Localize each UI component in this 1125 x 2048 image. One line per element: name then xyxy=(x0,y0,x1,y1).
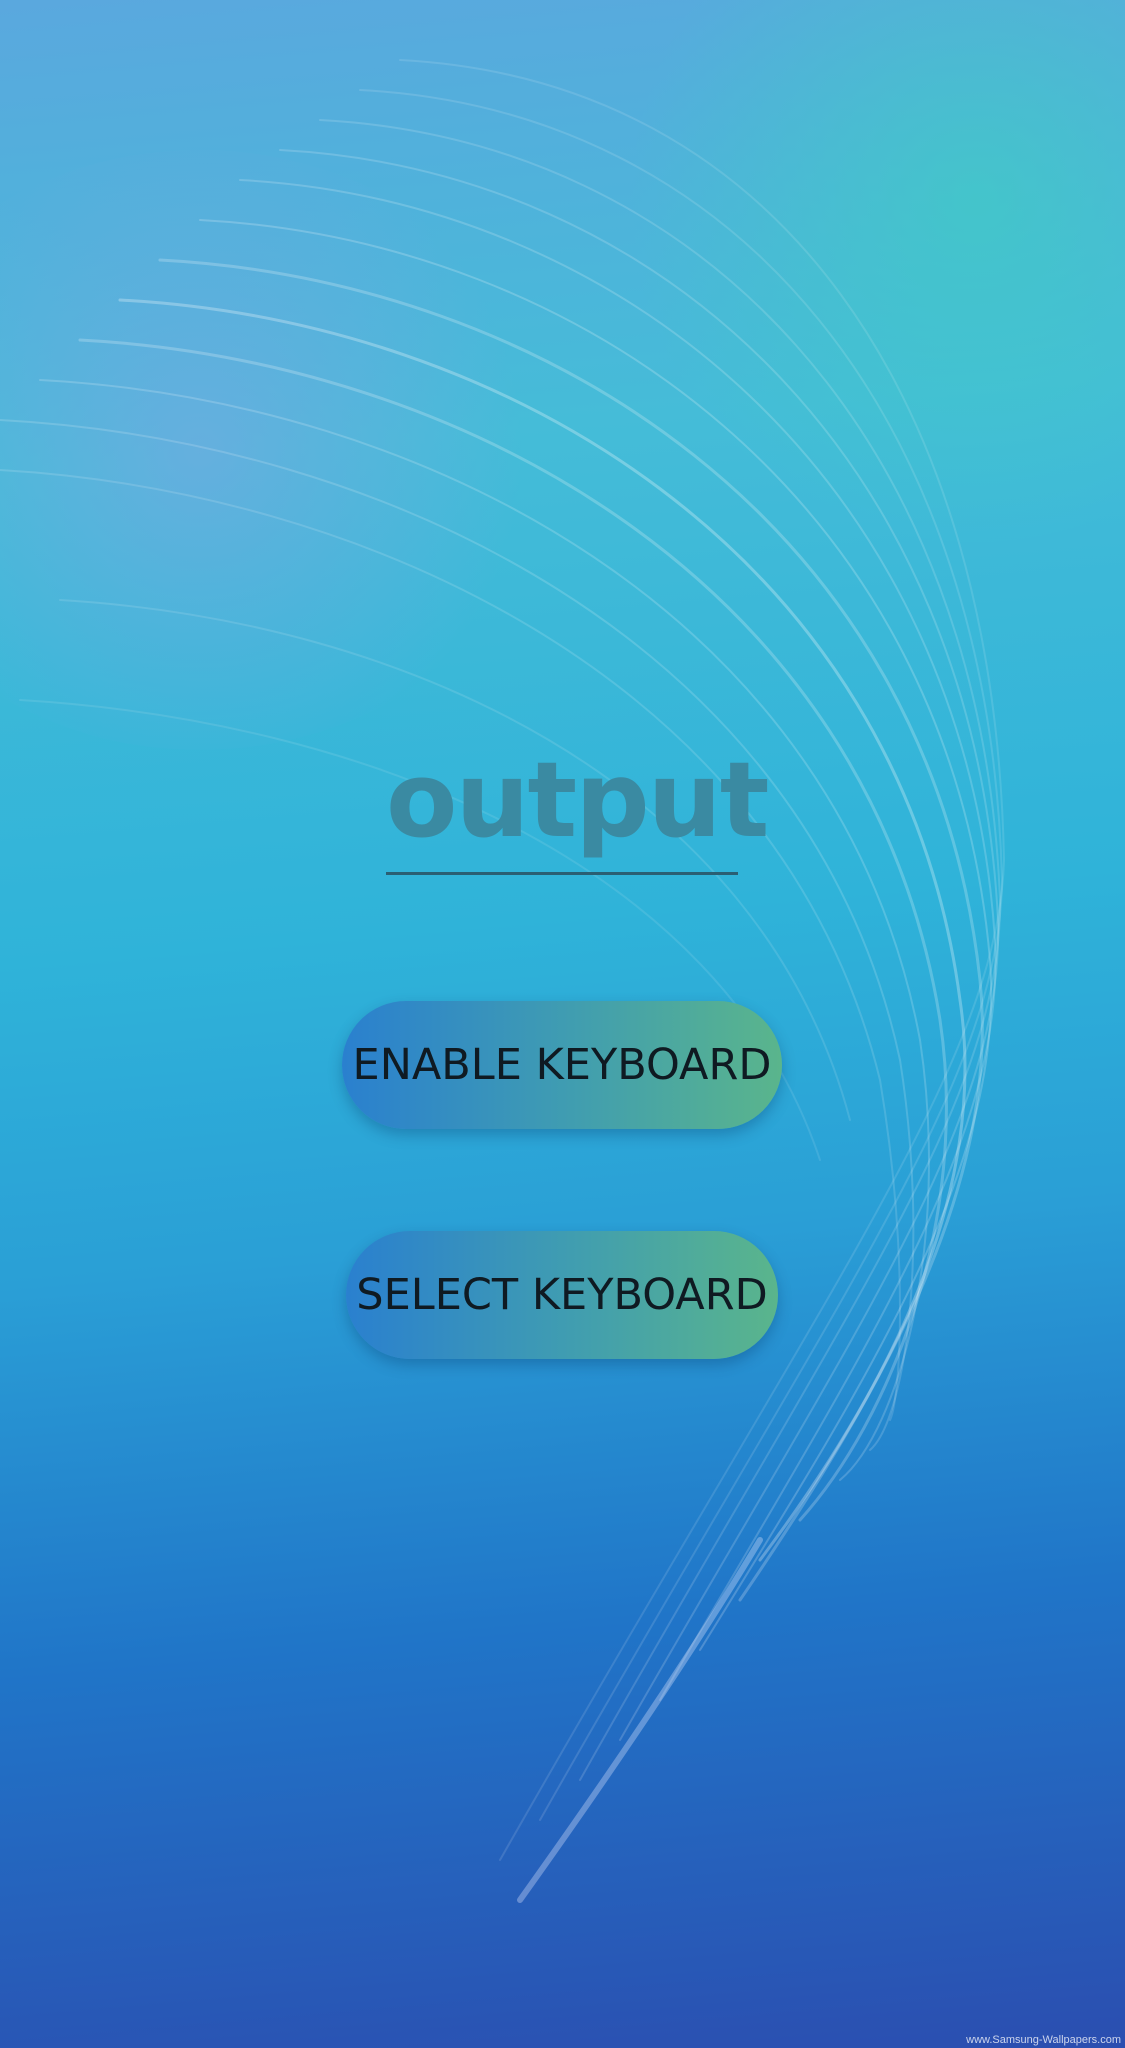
select-keyboard-button[interactable]: SELECT KEYBOARD xyxy=(346,1231,778,1359)
output-text: output xyxy=(386,739,769,861)
wallpaper-watermark: www.Samsung-Wallpapers.com xyxy=(966,2034,1121,2046)
enable-keyboard-button[interactable]: ENABLE KEYBOARD xyxy=(342,1001,782,1129)
output-underline xyxy=(386,872,738,875)
app-screen: output ENABLE KEYBOARD SELECT KEYBOARD w… xyxy=(0,0,1125,2048)
